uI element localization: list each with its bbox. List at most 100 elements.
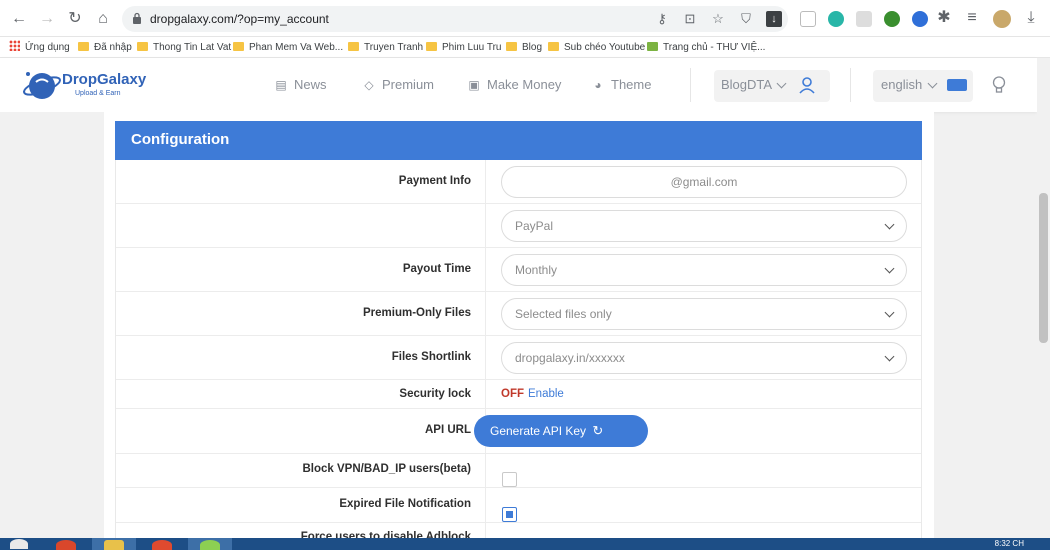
- url-text: dropgalaxy.com/?op=my_account: [150, 12, 329, 26]
- user-menu[interactable]: BlogDTA: [714, 70, 830, 102]
- form-row-shortlink: Files Shortlink dropgalaxy.in/xxxxxx: [116, 336, 921, 380]
- scrollbar-thumb[interactable]: [1039, 193, 1048, 343]
- translate-icon[interactable]: ⊡: [682, 11, 698, 27]
- logo-title: DropGalaxy: [62, 71, 147, 88]
- payment-email-input[interactable]: @gmail.com: [501, 166, 907, 198]
- form-row-premium-only: Premium-Only Files Selected files only: [116, 292, 921, 336]
- nav-theme[interactable]: ◕ Theme: [591, 76, 651, 94]
- language-label: english: [881, 77, 923, 92]
- bookmark-item[interactable]: Trang chủ - THƯ VIỆ...: [647, 40, 765, 55]
- column-divider: [485, 292, 486, 335]
- bookmark-apps[interactable]: Ứng dụng: [9, 40, 70, 55]
- page-background: [0, 112, 104, 550]
- taskbar-app-icon[interactable]: [140, 538, 184, 550]
- bookmark-item[interactable]: Phim Luu Tru: [426, 40, 501, 55]
- configuration-header: Configuration: [115, 121, 922, 160]
- back-icon[interactable]: ←: [9, 9, 29, 29]
- bookmark-item[interactable]: Thong Tin Lat Vat: [137, 40, 231, 55]
- folder-icon: [233, 42, 244, 51]
- site-logo[interactable]: DropGalaxy Upload & Earn: [22, 66, 152, 106]
- payout-time-label: Payout Time: [402, 263, 471, 275]
- expired-notification-checkbox[interactable]: [502, 507, 517, 522]
- form-row-block-vpn: Block VPN/BAD_IP users(beta): [116, 454, 921, 488]
- puzzle-icon[interactable]: ✱: [934, 8, 954, 28]
- premium-only-select[interactable]: Selected files only: [501, 298, 907, 330]
- page-title: Configuration: [131, 131, 230, 148]
- logo-subtitle: Upload & Earn: [75, 90, 121, 97]
- site-icon: [647, 42, 658, 51]
- column-divider: [485, 204, 486, 247]
- lock-icon: [133, 12, 141, 24]
- os-taskbar: 8:32 CH: [0, 538, 1050, 550]
- extension-green-icon[interactable]: [884, 11, 900, 27]
- form-row-security-lock: Security lock OFF Enable: [116, 380, 921, 409]
- user-icon: [799, 77, 815, 94]
- bookmark-item[interactable]: Sub chéo Youtube: [548, 40, 645, 55]
- shortlink-label: Files Shortlink: [391, 351, 471, 363]
- folder-icon: [506, 42, 517, 51]
- address-bar[interactable]: dropgalaxy.com/?op=my_account ⚷ ⊡ ☆ ⛉ ↓: [122, 6, 788, 32]
- bookmark-item[interactable]: Blog: [506, 40, 542, 55]
- avatar[interactable]: [993, 10, 1011, 28]
- folder-icon: [78, 42, 89, 51]
- column-divider: [485, 248, 486, 291]
- security-enable-link[interactable]: Enable: [528, 388, 564, 400]
- star-icon[interactable]: ☆: [710, 11, 726, 27]
- system-clock: 8:32 CH: [994, 539, 1024, 548]
- expired-notification-label: Expired File Notification: [339, 498, 471, 510]
- bookmark-item[interactable]: Đã nhập: [78, 40, 132, 55]
- payment-method-select[interactable]: PayPal: [501, 210, 907, 242]
- extension-grey-icon[interactable]: [856, 11, 872, 27]
- security-status: OFF: [501, 388, 524, 400]
- shield-icon[interactable]: ⛉: [738, 11, 754, 27]
- forward-icon[interactable]: →: [37, 9, 57, 29]
- chevron-down-icon: [927, 78, 938, 89]
- column-divider: [485, 380, 486, 408]
- newspaper-icon: ▤: [275, 78, 287, 92]
- page-scrollbar[interactable]: [1037, 58, 1050, 538]
- block-vpn-label: Block VPN/BAD_IP users(beta): [302, 463, 471, 475]
- bookmark-item[interactable]: Phan Mem Va Web...: [233, 40, 343, 55]
- calendar-icon: ▣: [468, 78, 480, 92]
- apps-icon: [9, 40, 20, 51]
- chevron-down-icon: [776, 78, 787, 89]
- key-icon[interactable]: ⚷: [654, 11, 670, 27]
- extension-blue-icon[interactable]: [912, 11, 928, 27]
- reload-icon[interactable]: ↻: [65, 9, 85, 29]
- nav-make-money[interactable]: ▣ Make Money: [467, 76, 561, 94]
- extension-mail-icon[interactable]: [800, 11, 816, 27]
- configuration-form: Payment Info @gmail.com PayPal Payout Ti…: [115, 160, 922, 550]
- api-url-label: API URL: [425, 424, 471, 436]
- taskbar-app-icon[interactable]: [92, 538, 136, 550]
- nav-premium[interactable]: ◇ Premium: [362, 76, 434, 94]
- download-icon[interactable]: ↓: [766, 11, 782, 27]
- taskbar-app-icon[interactable]: [44, 538, 88, 550]
- chevron-down-icon: [884, 219, 895, 230]
- generate-api-key-button[interactable]: Generate API Key ↻: [474, 415, 648, 447]
- reading-list-icon[interactable]: ≡: [962, 8, 982, 28]
- bookmark-item[interactable]: Truyen Tranh: [348, 40, 423, 55]
- nav-news[interactable]: ▤ News: [274, 76, 326, 94]
- palette-icon: ◕: [594, 78, 602, 92]
- premium-only-label: Premium-Only Files: [362, 307, 471, 319]
- column-divider: [485, 160, 486, 203]
- column-divider: [485, 454, 486, 487]
- folder-icon: [137, 42, 148, 51]
- menu-download-icon[interactable]: ⤓: [1021, 8, 1041, 28]
- shortlink-select[interactable]: dropgalaxy.in/xxxxxx: [501, 342, 907, 374]
- extension-teal-icon[interactable]: [828, 11, 844, 27]
- lightbulb-icon[interactable]: [992, 76, 1006, 95]
- start-icon[interactable]: [0, 538, 40, 550]
- home-icon[interactable]: ⌂: [93, 9, 113, 29]
- payout-time-select[interactable]: Monthly: [501, 254, 907, 286]
- language-selector[interactable]: english: [873, 70, 973, 102]
- block-vpn-checkbox[interactable]: [502, 472, 517, 487]
- username: BlogDTA: [721, 77, 773, 92]
- bookmarks-bar: Ứng dụng Đã nhập Thong Tin Lat Vat Phan …: [0, 37, 1050, 58]
- form-row-payment-method: PayPal: [116, 204, 921, 248]
- taskbar-app-icon[interactable]: [188, 538, 232, 550]
- translate-icon: [947, 79, 967, 91]
- header-divider: [850, 68, 851, 102]
- diamond-icon: ◇: [364, 78, 374, 92]
- chevron-down-icon: [884, 307, 895, 318]
